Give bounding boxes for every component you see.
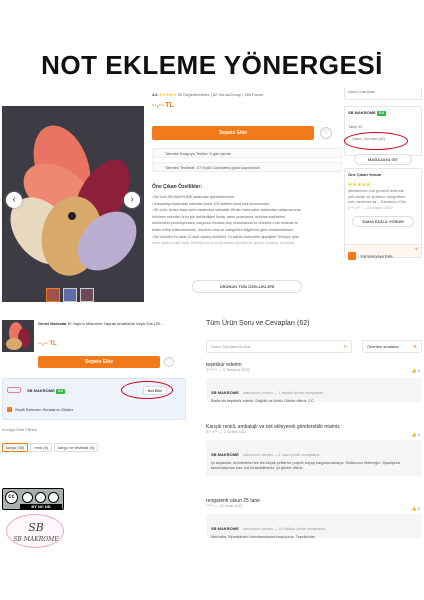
- answer-box: SB MAKROME satıcısının cevabı — 1 dakika…: [206, 378, 422, 403]
- cc-icon: cc: [5, 491, 18, 504]
- answer-seller[interactable]: SB MAKROME: [211, 390, 239, 395]
- features-list: • Bu ürün SB MAKROME tarafından gönderil…: [152, 194, 342, 247]
- bottom-price: --,-- TL: [38, 341, 57, 347]
- filter-title: Konuya Göre Filtrele: [2, 428, 37, 432]
- search-icon[interactable]: ⌕: [344, 341, 347, 353]
- heart-icon[interactable]: ♡: [320, 127, 332, 139]
- filter-chips: kargo (35) renk (9) kargo ve teslimat (9): [2, 436, 100, 454]
- product-name-line: Genel Markalar El Yapımı Makrome Yaprak …: [38, 321, 178, 326]
- price: --,-- TL: [152, 102, 174, 109]
- feature-bullet: teslim edilip edilememesine, ürünlerin s…: [152, 227, 294, 232]
- all-features-button[interactable]: ÜRÜNÜN TÜM ÖZELLİKLERİ: [192, 280, 302, 293]
- delivery-date: Tahmini Teslimat: 07 Eylül Cumartesi gün…: [152, 162, 342, 172]
- bottom-add-to-cart-button[interactable]: Sepete Ekle: [38, 356, 160, 368]
- logo-monogram: SB: [28, 521, 44, 534]
- answer-box: SB MAKROME satıcısının cevabı — 24 dakik…: [206, 514, 422, 539]
- features-title: Öne Çıkan Özellikler:: [152, 184, 203, 190]
- stars-icon: ★★★★★: [158, 92, 177, 97]
- product-desc: El Yapımı Makrome Yaprak Anahtarlık Veya…: [67, 321, 164, 326]
- macrame-leaves-image: [2, 106, 144, 302]
- campaign-label: Kampanyaya Ekle: [360, 253, 393, 259]
- question-meta: 2**i f** — 6 Temmuz 2022: [206, 368, 250, 372]
- chevron-right-icon[interactable]: ›: [124, 192, 140, 208]
- product-thumbnail: [2, 320, 34, 352]
- qa-item: Karışık renkli, ambalajlı ve not ekleyer…: [206, 424, 422, 476]
- answer-text: Merhaba, Siparişinizin hazırlanmasına ba…: [211, 535, 316, 539]
- campaign-box[interactable]: Kampanyaya Ekle +: [344, 244, 422, 260]
- checkbox-checked-icon[interactable]: [7, 407, 12, 412]
- rating-count[interactable]: 30 Değerlendirme: [178, 92, 210, 97]
- feature-bullet: ürünlerdeki promosyonlara, kargonun beda…: [152, 221, 299, 226]
- qa-search-input[interactable]: Satıcı Sorularında Ara ⌕: [206, 340, 352, 353]
- campaign-icon: [348, 251, 356, 260]
- checkbox-label: Seçili Satıcının Sorularını Göster: [15, 407, 74, 412]
- thumbnail[interactable]: [63, 288, 77, 302]
- bottom-seller-name: SB MAKROME 9.6: [27, 388, 65, 394]
- feature-bullet: • Bir ürün, birden fazla satıcı tarafınd…: [152, 208, 302, 213]
- filter-chip[interactable]: kargo (35): [2, 443, 29, 452]
- answer-box: SB MAKROME satıcısının cevabı — 1 saat i…: [206, 440, 422, 476]
- answer-seller[interactable]: SB MAKROME: [211, 526, 239, 531]
- like-count[interactable]: 👍 0: [412, 368, 420, 374]
- featured-review-card: Öne Çıkan Yorum ★★★★★ şekillemesi çok gü…: [344, 168, 422, 250]
- chevron-left-icon[interactable]: ‹: [6, 192, 22, 208]
- plus-icon: +: [414, 247, 418, 253]
- feature-bullet: ürünlerin satıcıları ürün için belirledi…: [152, 214, 287, 219]
- logo-text: SB MAKROME: [13, 536, 59, 543]
- feature-bullet: • Bu üründen en fazla 10 adet sipariş ve…: [152, 234, 299, 239]
- feature-bullet: • Kampanya fiyatından satılmak üzere 100…: [152, 201, 270, 206]
- like-count[interactable]: 👍 0: [412, 506, 420, 512]
- go-store-button[interactable]: MAĞAZAYA GİT: [354, 154, 412, 165]
- rating-value: 4.6: [152, 92, 158, 97]
- question-meta: ***** — 13 Ocak 2022: [206, 504, 243, 508]
- filter-chip[interactable]: renk (9): [30, 443, 53, 452]
- review-meta: 2**i a** — 23 Mayıs 2022: [348, 204, 394, 210]
- more-reviews-button[interactable]: DAHA FAZLA YORUM: [352, 216, 414, 228]
- highlight-ellipse: [344, 132, 408, 150]
- heart-icon[interactable]: ♡: [164, 357, 174, 367]
- review-title: Öne Çıkan Yorum: [348, 172, 382, 177]
- answer-text: Bizde siz teşekkür ederiz. Sağlıklı ve M…: [211, 399, 314, 403]
- qa-count[interactable]: 62 Soru&Cevap: [213, 92, 241, 97]
- thumbnail-strip: [46, 288, 97, 304]
- thumbnail[interactable]: [80, 288, 94, 302]
- seller-score: 9.6: [376, 111, 386, 116]
- feature-bullet: etme hakkını saklı tutar. Belirtilen bu …: [152, 241, 295, 246]
- question-meta: A** K** — 2 Şubat 2022: [206, 430, 247, 434]
- filter-chip[interactable]: kargo ve teslimat (9): [54, 443, 99, 452]
- product-page-screenshot: ‹ › 4.6 ★★★★★ 30 Değerlendirme | 62 Soru…: [0, 88, 424, 304]
- add-to-cart-button[interactable]: Sepete Ekle: [152, 126, 314, 140]
- answer-seller[interactable]: SB MAKROME: [211, 452, 239, 457]
- fav-count: 283 Favori: [244, 92, 264, 97]
- product-image: ‹ ›: [2, 106, 144, 302]
- nd-icon: [48, 492, 59, 503]
- qa-item: teşekkür ederim 2**i f** — 6 Temmuz 2022…: [206, 362, 422, 403]
- brand-name[interactable]: Genel Markalar: [38, 321, 67, 326]
- highlight-ellipse: [121, 381, 173, 399]
- brand-logo: SB SB MAKROME: [6, 514, 64, 548]
- bottom-seller-panel: SB MAKROME 9.6 Not Ekle Seçili Satıcının…: [2, 378, 186, 420]
- license-label: BY NC ND: [20, 504, 62, 510]
- rating-row: 4.6 ★★★★★ 30 Değerlendirme | 62 Soru&Cev…: [152, 92, 264, 97]
- sort-icon: ⇅: [413, 344, 417, 349]
- seller-name[interactable]: SB MAKROME: [348, 110, 376, 115]
- like-count[interactable]: 👍 0: [412, 432, 420, 438]
- thumbnail[interactable]: [46, 288, 60, 302]
- follow-button[interactable]: Takip Et: [348, 124, 418, 130]
- store-logo-icon: [7, 387, 21, 393]
- cc-license-badge: cc BY NC ND: [2, 488, 64, 510]
- sort-select[interactable]: Önerilen sıralama ⇅: [362, 340, 422, 353]
- macrame-thumbnail-image: [6, 322, 30, 350]
- by-icon: [22, 492, 33, 503]
- delivery-info: Tahmini Kargoya Teslim: 3 gün içinde: [152, 148, 342, 158]
- seller-banner: Satıcı Kampları: [344, 88, 422, 100]
- answer-text: İyi akşamlar, ürünlerimizi tek tek küçük…: [211, 461, 401, 471]
- feature-bullet: • Bu ürün SB MAKROME tarafından gönderil…: [152, 195, 235, 199]
- qa-heading: Tüm Ürün Soru ve Cevapları (62): [206, 320, 310, 327]
- qa-item: rengarenk olsun 25 tane ***** — 13 Ocak …: [206, 498, 422, 539]
- page-title: NOT EKLEME YÖNERGESİ: [41, 50, 383, 80]
- nc-icon: [35, 492, 46, 503]
